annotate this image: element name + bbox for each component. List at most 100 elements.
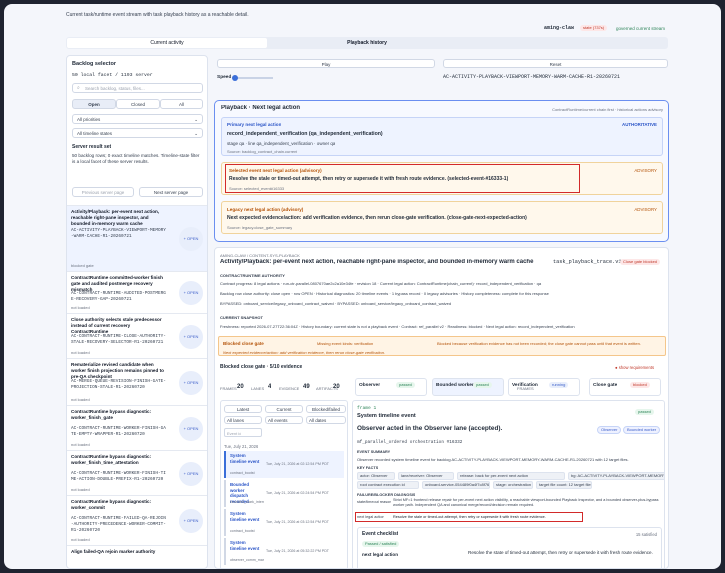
lane-state: passed [473, 382, 492, 388]
lane-card[interactable]: Close gate blocked [589, 378, 661, 396]
play-button[interactable]: Play [217, 59, 435, 68]
row-title: ContractRuntime bypass diagnostic: worke… [71, 499, 152, 510]
filter-blocked[interactable]: Blocked/failed [306, 405, 346, 413]
event-list: Latest Current Blocked/failed All lanes … [220, 400, 348, 568]
primary-source: Source: backlog_contract_chain.current [227, 149, 298, 154]
backlog-row[interactable]: ContractRuntime bypass diagnostic: worke… [67, 405, 207, 450]
fact-chip: root contract execution id [357, 481, 419, 489]
event-id-input[interactable]: Event id [224, 428, 262, 437]
open-badge: + OPEN [179, 509, 203, 533]
stat-label: FRAMES [220, 386, 237, 391]
timeline-event-item[interactable]: System timeline event observer_comm_mand T… [224, 538, 344, 565]
row-meta: not loaded [71, 350, 90, 355]
trace-file: task_playback_trace.v1 [553, 259, 622, 265]
stat-value: 49 [303, 384, 310, 390]
fact-chip: lane/receiver: Observer [398, 472, 454, 480]
speed-label: Speed [217, 75, 232, 80]
row-code: AC-CONTRACT-RUNTIME-WORKER-FINISH-TIME-A… [71, 471, 166, 482]
filter-current[interactable]: Current [265, 405, 303, 413]
primary-label: Primary next legal action [227, 122, 282, 127]
event-title: System timeline event [230, 511, 260, 522]
open-badge: + OPEN [179, 281, 203, 305]
event-time: Tue, July 21, 2026 at 02:12:54 PM PDT [266, 462, 329, 466]
backlog-row[interactable]: ContractRuntime bypass diagnostic: worke… [67, 495, 207, 545]
event-sub: bounded_mark_internation_work_dispatch [230, 500, 264, 504]
selected-action: Resolve the stale or timed-out attempt, … [229, 176, 509, 182]
filter-open[interactable]: Open [72, 99, 116, 109]
timeline-select[interactable]: All timeline states ⌄ [72, 128, 203, 138]
row-title: ContractRuntime bypass diagnostic: worke… [71, 454, 152, 465]
next-page-button[interactable]: Next server page [139, 187, 203, 197]
row-title: Align failed-QA rejoin marker authority [71, 549, 156, 554]
backlog-row[interactable]: Rematerialize revised candidate when wor… [67, 358, 207, 405]
lanes-select[interactable]: All lanes [224, 416, 262, 424]
row-code: AC-MERGE-QUEUE-REVISION-FINISH-GATE-PROJ… [71, 379, 166, 390]
task-detail-panel: AMING-CLAW / CONTENT-SYS-PLAYBACK Activi… [214, 247, 669, 569]
backlog-row[interactable]: Align failed-QA rejoin marker authority [67, 545, 207, 565]
backlog-row[interactable]: Close authority selects stale predecesso… [67, 313, 207, 358]
worker-tag: Bounded worker [623, 426, 661, 434]
timeline-event-item[interactable]: System timeline event contract_bootst Tue,… [224, 451, 344, 478]
event-title: System timeline event [230, 540, 260, 551]
primary-sub: stage qa · line qa_independent_verificat… [227, 141, 336, 146]
row-meta: not loaded [71, 487, 90, 492]
selected-source: Source: selected_event#16333 [229, 186, 285, 191]
priority-select[interactable]: All priorities ⌄ [72, 114, 203, 124]
timeline-event-item[interactable]: System timeline event contract_bootst Tue,… [224, 509, 344, 536]
nla-label: next legal action [357, 515, 385, 519]
backlog-row[interactable]: ContractRuntime committed-worker finish … [67, 271, 207, 313]
next-action-note: ContractRuntime/current chain first · hi… [552, 107, 663, 112]
dates-select[interactable]: All dates [306, 416, 346, 424]
events-select[interactable]: All events [265, 416, 303, 424]
state-text: Strict MF=1 frontend release repair for … [393, 498, 659, 507]
frames-label: FRAMES [517, 386, 534, 391]
open-badge: + OPEN [179, 324, 203, 349]
stat-value: 20 [333, 384, 340, 390]
timeline-value: All timeline states [77, 131, 113, 136]
filter-all[interactable]: All [160, 99, 203, 109]
lane-name: Observer [359, 383, 381, 388]
stream-status: governed current stream [616, 26, 666, 31]
tab-current-activity[interactable]: Current activity [67, 38, 267, 48]
observer-tag: Observer [597, 426, 622, 434]
lane-card[interactable]: Observer passed [355, 378, 427, 396]
stat-value: 4 [268, 384, 272, 390]
backlog-list: Activity/Playback: per-event next action… [67, 205, 207, 568]
filter-latest[interactable]: Latest [224, 405, 262, 413]
fact-chip: actor: Observer [357, 472, 395, 480]
backlog-row[interactable]: ContractRuntime bypass diagnostic: worke… [67, 450, 207, 495]
fact-chip: onboard-service-054489f0a4f7c8f769 [422, 481, 490, 489]
speed-slider[interactable] [232, 75, 273, 81]
primary-action-card: Primary next legal action AUTHORITATIVE … [221, 117, 663, 156]
event-id-placeholder: Event id [227, 431, 242, 436]
lane-card[interactable]: Bounded worker passed [432, 378, 504, 396]
search-input[interactable]: ⌕ Search backlog, status, files... [72, 83, 203, 93]
gate-evidence: Blocked close gate · 5/10 evidence [220, 364, 303, 370]
row-code: AC-CONTRACT-RUNTIME-WORKER-FINISH-GATE-E… [71, 426, 166, 437]
event-time: Tue, July 21, 2026 at 05:32:22 PM PDT [266, 549, 329, 553]
backlog-count: 50 local facet / 1193 server [72, 73, 153, 78]
fact-chip: release: back for per-event next action [457, 472, 565, 480]
chevron-down-icon: ⌄ [194, 117, 198, 122]
reset-button[interactable]: Reset [443, 59, 668, 68]
selected-label: Selected event next legal action (adviso… [229, 168, 322, 173]
detail-title: Activity/Playback: per-event next action… [220, 259, 534, 265]
timeline-event-item[interactable]: Bounded worker dispatch recorded bounded_… [224, 480, 344, 507]
open-badge: + OPEN [179, 461, 203, 486]
show-requirements-link[interactable]: ● show requirements [615, 364, 654, 371]
blocked-gate-box: Blocked close gate Missing event kinds: … [218, 336, 666, 356]
row-title: Activity/Playback: per-event next action… [71, 209, 160, 226]
event-sub: contract_bootst [230, 529, 255, 533]
previous-page-button[interactable]: Previous server page [72, 187, 134, 197]
filter-closed[interactable]: Closed [116, 99, 160, 109]
search-icon: ⌕ [77, 85, 80, 91]
backlog-selector-panel: Backlog selector 50 local facet / 1193 s… [66, 55, 208, 569]
gate-heading: Blocked close gate [223, 341, 264, 346]
tab-playback-history[interactable]: Playback history [267, 38, 467, 48]
frame-status-badge: passed [635, 409, 654, 415]
frame-inspector: frame 1 System timeline event passed Obs… [352, 400, 665, 568]
frame-title: System timeline event [357, 413, 416, 419]
backlog-row[interactable]: Activity/Playback: per-event next action… [67, 205, 207, 271]
checklist-heading: Event checklist [362, 531, 399, 537]
lane-state: blocked [630, 382, 650, 388]
